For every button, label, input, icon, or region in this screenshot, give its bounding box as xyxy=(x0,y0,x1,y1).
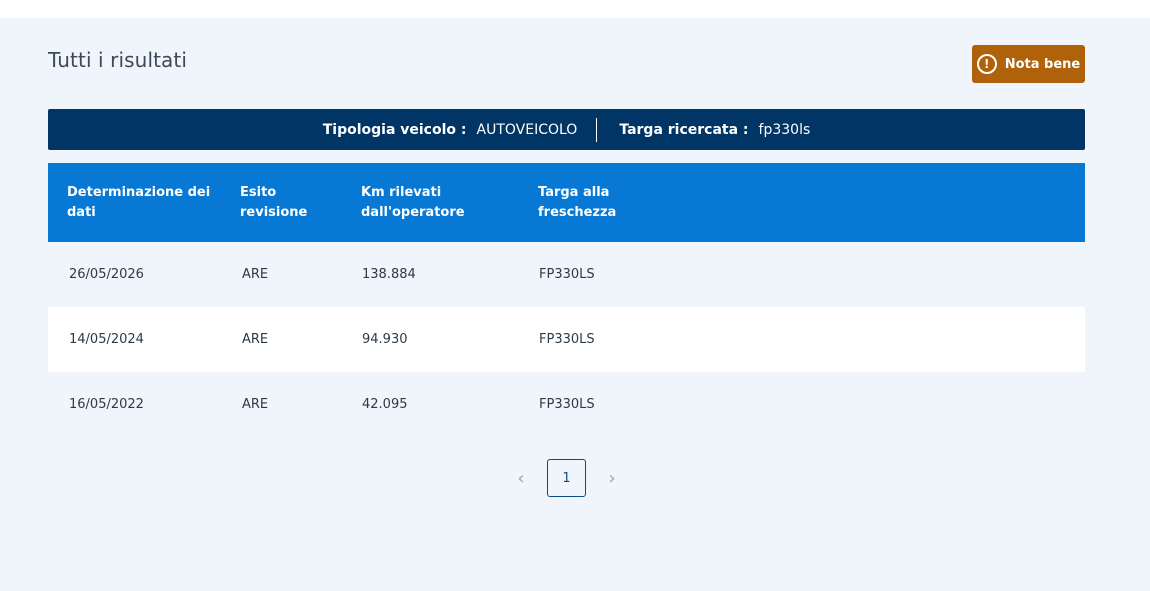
cell-esito: ARE xyxy=(242,332,269,347)
targa-value: fp330ls xyxy=(758,121,811,138)
table-row: 14/05/2024 ARE 94.930 FP330LS xyxy=(48,307,1085,372)
cell-km: 42.095 xyxy=(362,397,408,412)
tipologia-value: AUTOVEICOLO xyxy=(476,121,578,138)
page-1-button[interactable]: 1 xyxy=(547,459,586,497)
cell-km: 138.884 xyxy=(362,267,416,282)
cell-esito: ARE xyxy=(242,397,269,412)
header-targa: Targa alla freschezza xyxy=(538,185,617,220)
cell-date: 26/05/2026 xyxy=(69,267,144,282)
search-info-bar: Tipologia veicolo : AUTOVEICOLO Targa ri… xyxy=(48,109,1085,150)
cell-targa: FP330LS xyxy=(539,267,595,282)
targa-label: Targa ricercata : xyxy=(619,121,749,138)
results-page: Tutti i risultati ! Nota bene Tipologia … xyxy=(0,18,1150,591)
cell-targa: FP330LS xyxy=(539,332,595,347)
header-km: Km rilevati dall'operatore xyxy=(361,185,465,220)
chevron-right-icon[interactable]: › xyxy=(596,468,628,489)
table-row: 26/05/2026 ARE 138.884 FP330LS xyxy=(48,242,1085,307)
results-table: Determinazione dei dati Esito revisione … xyxy=(48,163,1085,437)
cell-date: 14/05/2024 xyxy=(69,332,144,347)
warning-icon: ! xyxy=(976,54,997,74)
pagination: ‹ 1 › xyxy=(505,459,628,497)
table-row: 16/05/2022 ARE 42.095 FP330LS xyxy=(48,372,1085,437)
nota-bene-label: Nota bene xyxy=(1004,56,1081,72)
chevron-left-icon[interactable]: ‹ xyxy=(505,468,537,489)
page-title: Tutti i risultati xyxy=(48,48,187,72)
cell-esito: ARE xyxy=(242,267,269,282)
info-divider xyxy=(596,117,598,142)
table-header: Determinazione dei dati Esito revisione … xyxy=(48,163,1085,242)
cell-date: 16/05/2022 xyxy=(69,397,144,412)
header-determinazione: Determinazione dei dati xyxy=(67,185,211,220)
cell-targa: FP330LS xyxy=(539,397,595,412)
nota-bene-button[interactable]: ! Nota bene xyxy=(972,45,1085,83)
header-esito: Esito revisione xyxy=(240,185,308,220)
cell-km: 94.930 xyxy=(362,332,408,347)
tipologia-label: Tipologia veicolo : xyxy=(322,121,467,138)
